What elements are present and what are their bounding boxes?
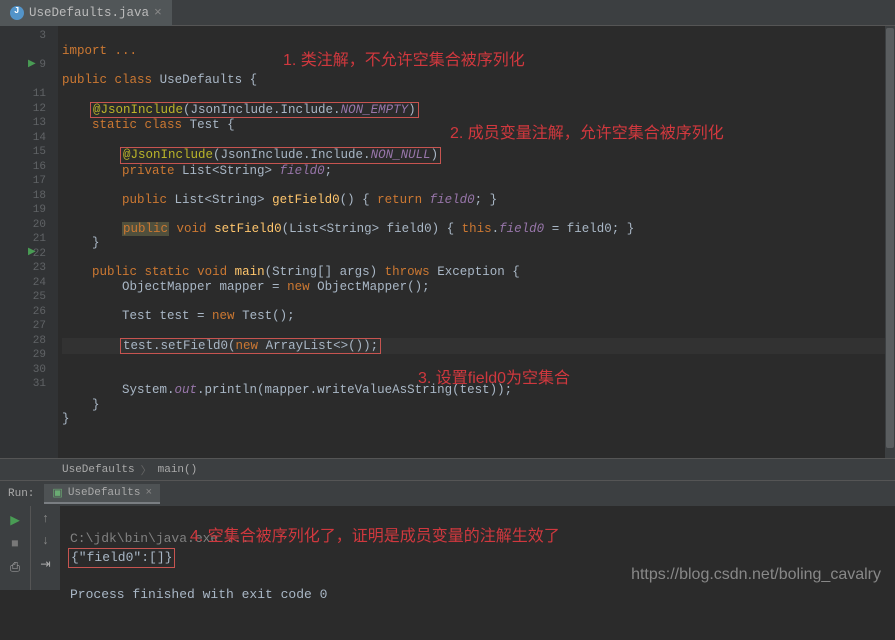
watermark: https://blog.csdn.net/boling_cavalry (631, 566, 881, 584)
console-line: Process finished with exit code 0 (70, 587, 327, 602)
editor-tabs: UseDefaults.java × (0, 0, 895, 26)
stop-button[interactable]: ■ (7, 536, 23, 552)
up-icon[interactable]: ↑ (42, 512, 50, 526)
camera-icon[interactable]: ⎙ (7, 560, 23, 576)
code-text: import ... (62, 44, 137, 58)
console-toolbar-left2: ↑ ↓ ⇥ (30, 506, 60, 590)
vertical-scrollbar[interactable] (885, 26, 895, 458)
line-gutter: 3 9 111213141516171819202122232425262728… (0, 26, 54, 458)
scrollbar-thumb[interactable] (886, 28, 894, 448)
close-icon[interactable]: × (154, 5, 162, 20)
code-area[interactable]: import ... public class UseDefaults { @J… (58, 26, 895, 458)
annotation-3: 3. 设置field0为空集合 (418, 372, 570, 387)
boxed-annotation: @JsonInclude(JsonInclude.Include.NON_NUL… (120, 147, 441, 164)
console-toolbar-left: ▶ ■ ⎙ (0, 506, 30, 590)
boxed-code: test.setField0(new ArrayList<>()); (120, 338, 381, 355)
down-icon[interactable]: ↓ (42, 534, 50, 548)
run-label: Run: (8, 488, 34, 500)
run-gutter-icon[interactable]: ▶ (28, 58, 36, 73)
tab-label: UseDefaults.java (29, 6, 149, 20)
boxed-annotation: @JsonInclude(JsonInclude.Include.NON_EMP… (90, 102, 419, 119)
annotation-1: 1. 类注解，不允许空集合被序列化 (283, 54, 525, 69)
annotation-2: 2. 成员变量注解，允许空集合被序列化 (450, 127, 724, 142)
editor-area: 3 9 111213141516171819202122232425262728… (0, 26, 895, 458)
rerun-button[interactable]: ▶ (7, 512, 23, 528)
file-tab[interactable]: UseDefaults.java × (0, 0, 172, 26)
soft-wrap-icon[interactable]: ⇥ (40, 556, 50, 572)
annotation-4: 4. 空集合被序列化了，证明是成员变量的注解生效了 (190, 528, 560, 546)
java-icon (10, 6, 24, 20)
boxed-output: {"field0":[]} (68, 548, 175, 568)
run-gutter-icon[interactable]: ▶ (28, 246, 36, 261)
